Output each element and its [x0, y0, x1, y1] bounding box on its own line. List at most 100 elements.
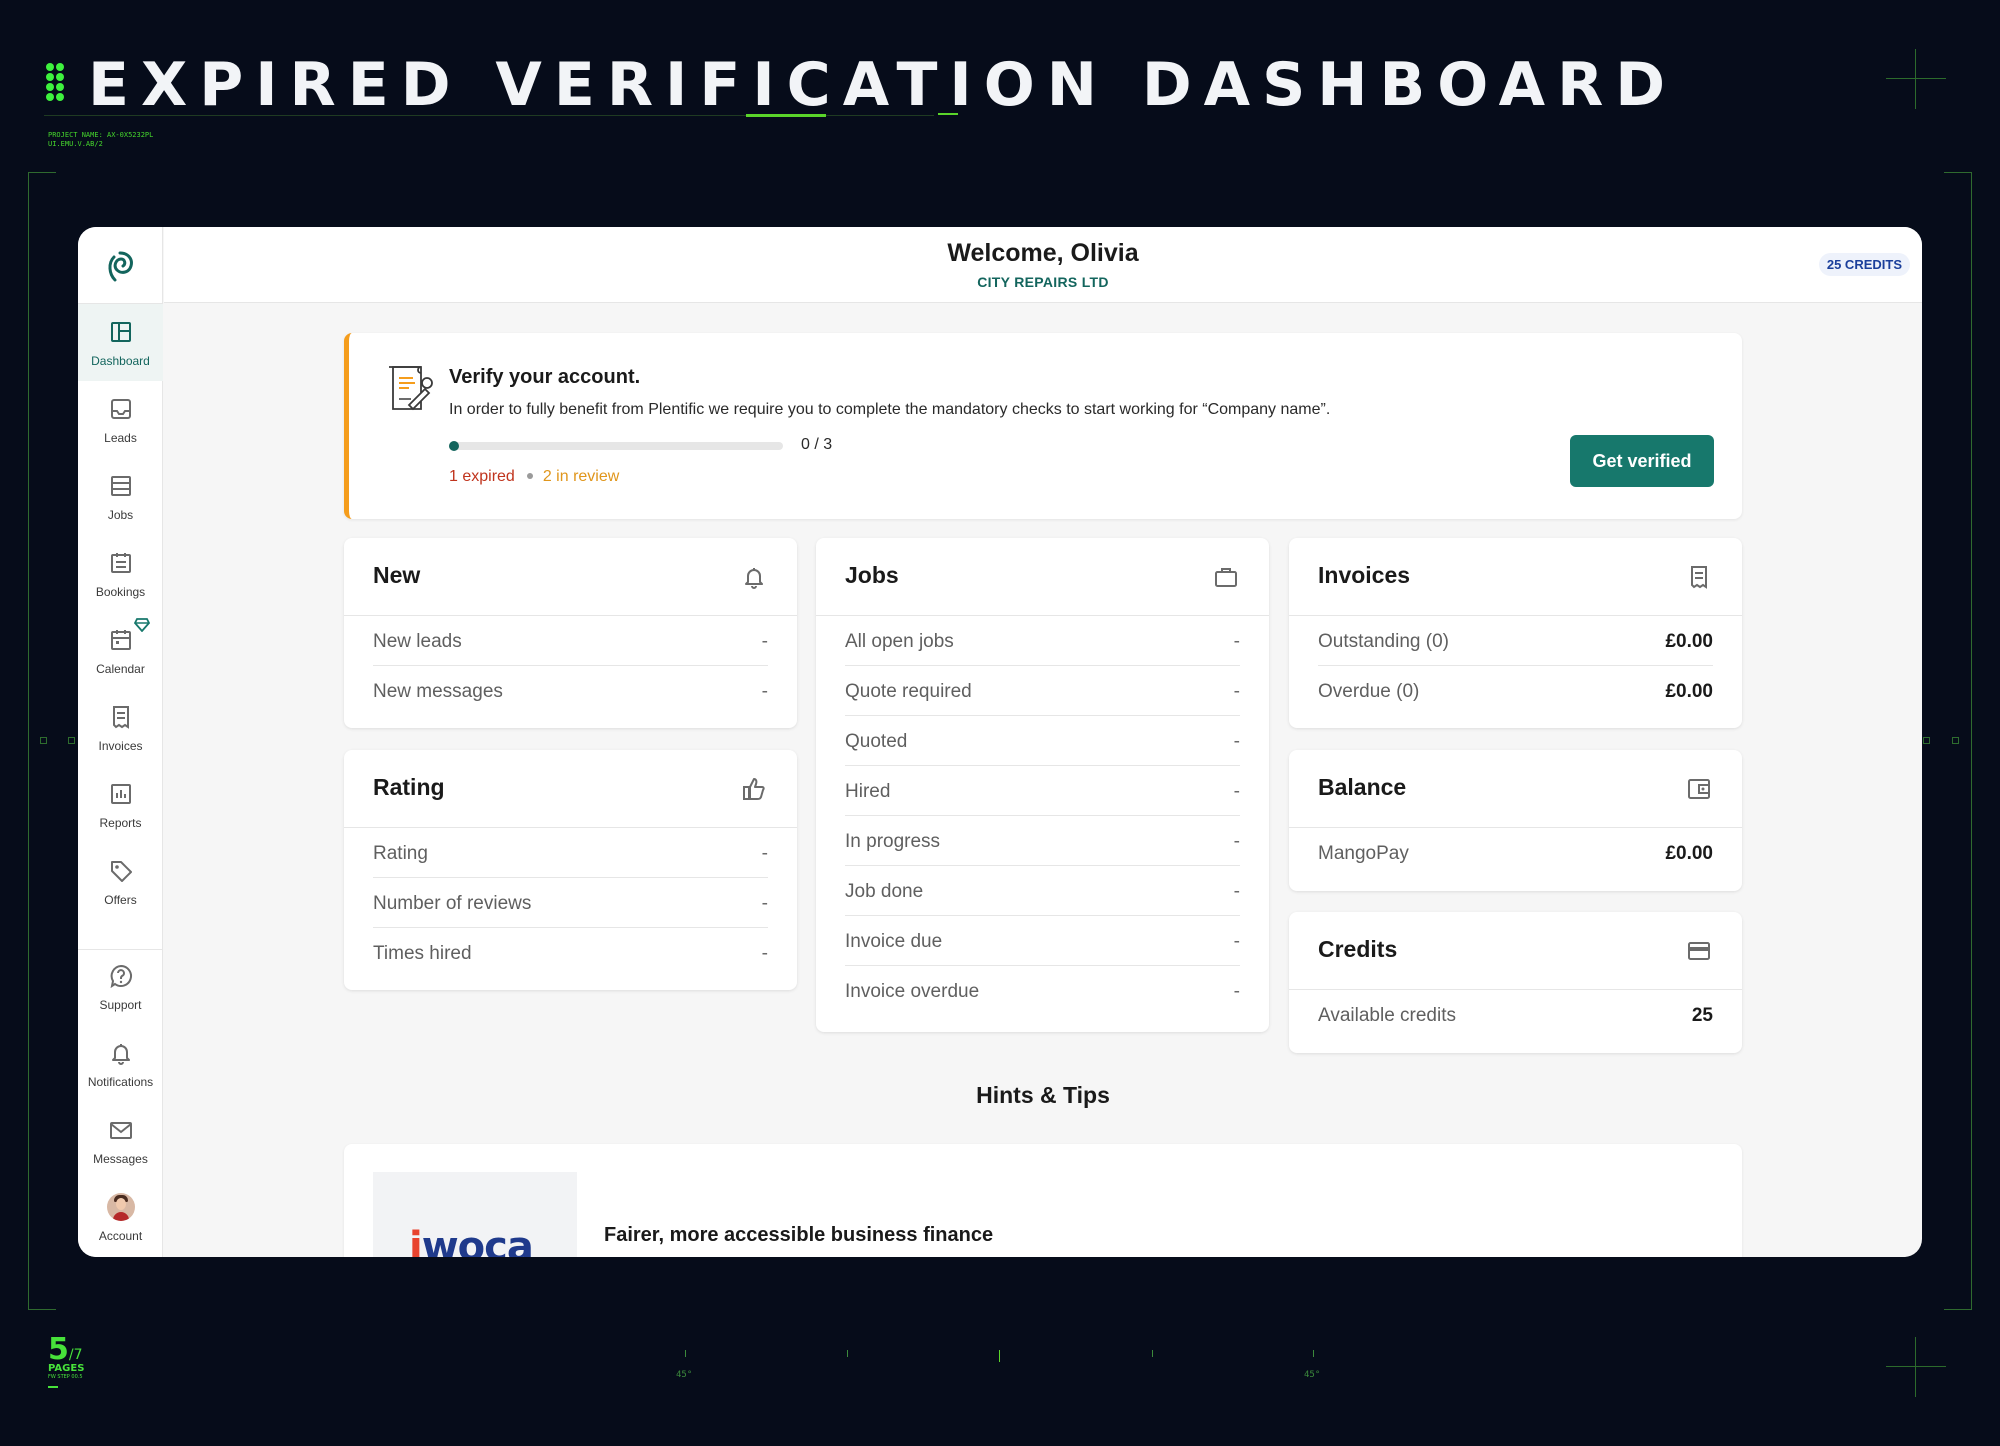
page-dash	[48, 1386, 58, 1388]
jobs-row[interactable]: Job done -	[845, 866, 1240, 916]
briefcase-icon	[1215, 568, 1237, 587]
jobs-icon	[111, 476, 131, 496]
project-name: PROJECT NAME: AX-0X5232PL	[48, 131, 154, 139]
row-value: -	[761, 893, 768, 914]
jobs-row[interactable]: Quoted -	[845, 716, 1240, 766]
credits-badge[interactable]: 25 CREDITS	[1818, 253, 1910, 276]
inbox-icon	[111, 399, 131, 419]
card-header: Invoices	[1289, 538, 1742, 616]
verify-description: In order to fully benefit from Plentific…	[449, 401, 1331, 418]
jobs-row[interactable]: In progress -	[845, 816, 1240, 866]
jobs-row[interactable]: Hired -	[845, 766, 1240, 816]
avatar[interactable]	[107, 1193, 135, 1221]
side-marker	[1923, 737, 1930, 744]
sidebar-item-leads[interactable]: Leads	[78, 381, 163, 458]
in-review-status: 2 in review	[542, 468, 620, 485]
ruler-tick	[1152, 1350, 1153, 1357]
sidebar-item-calendar[interactable]: Calendar	[78, 612, 163, 689]
sidebar-item-account[interactable]: Account	[78, 1179, 163, 1256]
company-name: CITY REPAIRS LTD	[977, 274, 1109, 290]
row-value: -	[1233, 981, 1240, 1002]
verification-progress-bar	[449, 441, 783, 451]
card-title: Credits	[1318, 936, 1398, 962]
hints-title: Hints & Tips	[976, 1082, 1110, 1108]
sidebar-item-messages[interactable]: Messages	[78, 1102, 163, 1179]
sidebar-item-invoices[interactable]: Invoices	[78, 689, 163, 766]
iwoca-logo: iwoca	[409, 1224, 534, 1257]
row-label: Invoice due	[845, 931, 943, 952]
row-value: -	[761, 681, 768, 702]
sidebar-item-label: Dashboard	[91, 354, 150, 368]
row-label: Overdue (0)	[1318, 681, 1420, 702]
side-marker	[40, 737, 47, 744]
rating-row[interactable]: Rating -	[373, 828, 768, 878]
new-messages-row[interactable]: New messages -	[373, 666, 768, 716]
rating-card: Rating Rating - Number of reviews - Times …	[344, 750, 797, 990]
row-value: £0.00	[1665, 843, 1713, 864]
tag-icon	[111, 861, 132, 882]
invoices-card: Invoices Outstanding (0) £0.00 Overdue (0…	[1289, 538, 1742, 728]
wallet-icon	[1688, 779, 1710, 799]
card-header: Jobs	[816, 538, 1269, 616]
card-title: Jobs	[845, 562, 899, 588]
available-credits-row[interactable]: Available credits 25	[1318, 990, 1713, 1040]
row-label: Invoice overdue	[845, 981, 980, 1002]
sidebar: Dashboard Leads Jobs Bookings Calendar I…	[78, 227, 163, 1257]
row-value: -	[1233, 631, 1240, 652]
invoice-icon	[1691, 566, 1707, 589]
card-header: Rating	[344, 750, 797, 828]
jobs-row[interactable]: Invoice due -	[845, 916, 1240, 966]
row-label: Quote required	[845, 681, 972, 702]
plentific-logo-icon[interactable]	[100, 247, 140, 287]
row-value: £0.00	[1665, 681, 1713, 702]
status-separator	[526, 473, 533, 479]
question-icon	[110, 964, 132, 989]
row-label: In progress	[845, 831, 941, 852]
row-label: Hired	[845, 781, 891, 802]
angle-label: 45°	[1304, 1370, 1321, 1380]
hint-card[interactable]: iwoca Fairer, more accessible business f…	[344, 1144, 1742, 1257]
card-title: Balance	[1318, 774, 1407, 800]
card-title: New	[373, 562, 421, 588]
hint-thumbnail: iwoca	[373, 1172, 577, 1257]
row-value: 25	[1691, 1005, 1713, 1026]
card-title: Rating	[373, 774, 445, 800]
mangopay-row[interactable]: MangoPay £0.00	[1318, 828, 1713, 878]
row-value: £0.00	[1665, 631, 1713, 652]
project-label: PROJECT NAME: AX-0X5232PL UI.EMU.V.AB/2	[48, 131, 153, 149]
sidebar-item-notifications[interactable]: Notifications	[78, 1025, 163, 1102]
row-label: New leads	[373, 631, 462, 652]
sidebar-item-support[interactable]: Support	[78, 948, 163, 1025]
reviews-row[interactable]: Number of reviews -	[373, 878, 768, 928]
overdue-row[interactable]: Overdue (0) £0.00	[1318, 666, 1713, 716]
hint-title: Fairer, more accessible business finance	[604, 1224, 994, 1246]
times-hired-row[interactable]: Times hired -	[373, 928, 768, 978]
sidebar-item-dashboard[interactable]: Dashboard	[78, 304, 163, 381]
get-verified-button[interactable]: Get verified	[1570, 435, 1714, 487]
sidebar-item-bookings[interactable]: Bookings	[78, 535, 163, 612]
sidebar-item-offers[interactable]: Offers	[78, 843, 163, 920]
new-leads-row[interactable]: New leads -	[373, 616, 768, 666]
progress-knob	[449, 441, 459, 451]
page-total: /7	[68, 1347, 83, 1363]
jobs-row[interactable]: Quote required -	[845, 666, 1240, 716]
page-current: 5	[48, 1332, 69, 1367]
outstanding-row[interactable]: Outstanding (0) £0.00	[1318, 616, 1713, 666]
sidebar-item-jobs[interactable]: Jobs	[78, 458, 163, 535]
jobs-row[interactable]: All open jobs -	[845, 616, 1240, 666]
row-label: Job done	[845, 881, 924, 902]
crosshair-icon	[1886, 1337, 1946, 1397]
sidebar-item-label: Offers	[104, 893, 137, 907]
sidebar-item-label: Leads	[104, 431, 137, 445]
card-title: Invoices	[1318, 562, 1411, 588]
verify-title: Verify your account.	[449, 366, 641, 388]
sidebar-item-label: Calendar	[96, 662, 145, 676]
sidebar-item-label: Jobs	[107, 508, 134, 522]
row-label: New messages	[373, 681, 503, 702]
title-underline-accent	[746, 114, 826, 117]
jobs-row[interactable]: Invoice overdue -	[845, 966, 1240, 1016]
sidebar-item-reports[interactable]: Reports	[78, 766, 163, 843]
row-label: Times hired	[373, 943, 472, 964]
row-label: Rating	[373, 843, 428, 864]
sidebar-item-label: Account	[98, 1229, 143, 1243]
